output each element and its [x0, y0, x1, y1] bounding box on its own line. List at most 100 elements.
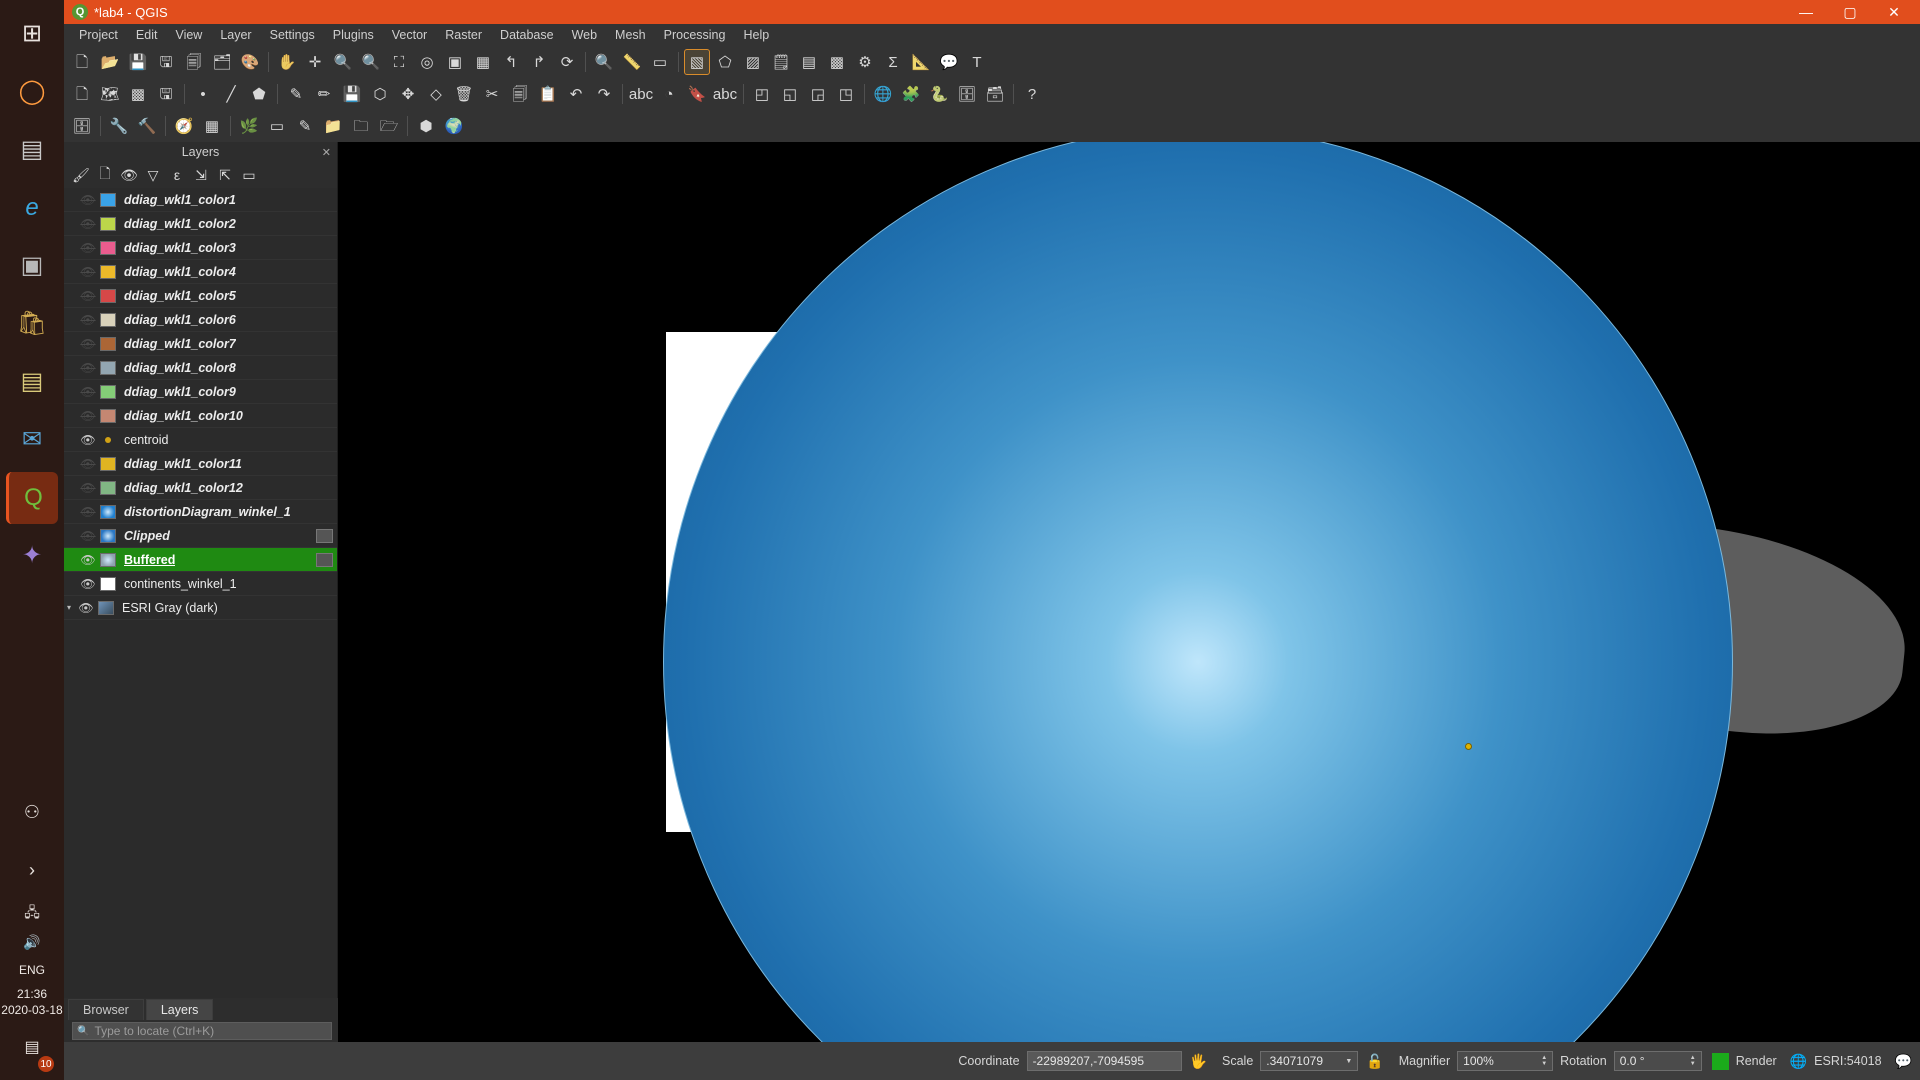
menu-item-mesh[interactable]: Mesh — [606, 26, 655, 44]
filter-legend-button[interactable]: ▽ — [142, 164, 164, 186]
menu-item-layer[interactable]: Layer — [211, 26, 260, 44]
layer-row[interactable]: 👁 continents_winkel_1 — [64, 572, 337, 596]
layer-row[interactable]: 👁 ddiag_wkl1_color3 — [64, 236, 337, 260]
remove-layer-button[interactable]: ▭ — [238, 164, 260, 186]
launcher-expand[interactable]: › — [6, 844, 58, 896]
layer-filter-indicator[interactable] — [316, 528, 333, 543]
metasearch-button[interactable]: 🌐 — [870, 81, 896, 107]
layer-visible-icon[interactable]: 👁 — [78, 553, 98, 567]
show-statistics-button[interactable]: Σ — [880, 49, 906, 75]
messages-icon[interactable]: 💬 — [1895, 1053, 1912, 1070]
add-raster-layer-button[interactable]: ▩ — [125, 81, 151, 107]
new-print-layout-button[interactable]: 🗐 — [181, 49, 207, 75]
layer-hidden-icon[interactable]: 👁 — [78, 505, 98, 519]
crs-value[interactable]: ESRI:54018 — [1814, 1054, 1881, 1068]
layer-row[interactable]: 👁 ddiag_wkl1_color7 — [64, 332, 337, 356]
rotation-stepper[interactable]: ▲ ▼ — [1690, 1055, 1696, 1067]
layer-row[interactable]: ▾ 👁 ESRI Gray (dark) — [64, 596, 337, 620]
menu-item-database[interactable]: Database — [491, 26, 563, 44]
help-contents-button[interactable]: ? — [1019, 81, 1045, 107]
open-attribute-table-button[interactable]: ▤ — [796, 49, 822, 75]
select-by-expression-button[interactable]: 🗒 — [768, 49, 794, 75]
current-edits-button[interactable]: ✎ — [283, 81, 309, 107]
layer-row[interactable]: 👁 ddiag_wkl1_color12 — [64, 476, 337, 500]
map-canvas[interactable] — [338, 142, 1920, 1042]
layer-row[interactable]: 👁 ddiag_wkl1_color2 — [64, 212, 337, 236]
chevron-down-icon[interactable]: ▾ — [67, 603, 71, 612]
copy-features-button[interactable]: 🗐 — [507, 81, 533, 107]
save-project-as-button[interactable]: 🖫 — [153, 49, 179, 75]
add-feature-point-button[interactable]: • — [190, 81, 216, 107]
deselect-features-button[interactable]: ▨ — [740, 49, 766, 75]
zoom-to-selection-button[interactable]: ◎ — [414, 49, 440, 75]
style-manager-button[interactable]: 🎨 — [237, 49, 263, 75]
refresh-button[interactable]: ⟳ — [554, 49, 580, 75]
launcher-item-edge[interactable]: e — [6, 182, 58, 234]
add-postgis-layer-button[interactable]: 🗄 — [69, 113, 95, 139]
collapse-all-button[interactable]: ⇱ — [214, 164, 236, 186]
zoom-in-button[interactable]: 🔍 — [330, 49, 356, 75]
georeferencer-button[interactable]: 🧭 — [171, 113, 197, 139]
filter-legend-by-expression-button[interactable]: ε — [166, 164, 188, 186]
cut-features-button[interactable]: ✂ — [479, 81, 505, 107]
layout-manager-button[interactable]: 🗂 — [209, 49, 235, 75]
zoom-out-button[interactable]: 🔍 — [358, 49, 384, 75]
paste-features-button[interactable]: 📋 — [535, 81, 561, 107]
new-shapefile-layer-button[interactable]: 🗋 — [69, 81, 95, 107]
layer-row[interactable]: 👁 ddiag_wkl1_color8 — [64, 356, 337, 380]
select-features-by-area-button[interactable]: ▧ — [684, 49, 710, 75]
text-annotation-button[interactable]: T — [964, 49, 990, 75]
menu-item-project[interactable]: Project — [70, 26, 127, 44]
menu-item-vector[interactable]: Vector — [383, 26, 436, 44]
menu-item-view[interactable]: View — [166, 26, 211, 44]
delete-selected-button[interactable]: 🗑 — [451, 81, 477, 107]
layer-hidden-icon[interactable]: 👁 — [78, 481, 98, 495]
diagram-properties-button[interactable]: ◔ — [656, 81, 682, 107]
rotation-field[interactable]: 0.0 ° ▲ ▼ — [1613, 1051, 1702, 1071]
highlight-pinned-labels-button[interactable]: abc — [712, 81, 738, 107]
launcher-item-text-editor[interactable]: ▤ — [6, 356, 58, 408]
move-feature-button[interactable]: ✥ — [395, 81, 421, 107]
layer-hidden-icon[interactable]: 👁 — [78, 409, 98, 423]
new-map-tip-button[interactable]: 💬 — [936, 49, 962, 75]
menu-item-help[interactable]: Help — [734, 26, 778, 44]
scale-combo[interactable]: .34071079 ▼ — [1260, 1051, 1359, 1071]
lock-scale-icon[interactable]: 🔓 — [1366, 1053, 1383, 1070]
launcher-language[interactable]: ENG — [19, 962, 45, 978]
add-group-button[interactable]: 🗋 — [94, 164, 116, 186]
options-button[interactable]: ⚙ — [852, 49, 878, 75]
python-console-button[interactable]: 🐍 — [926, 81, 952, 107]
qgis-globe-button[interactable]: 🌍 — [441, 113, 467, 139]
redo-button[interactable]: ↷ — [591, 81, 617, 107]
launcher-item-software[interactable]: 🛍 — [6, 298, 58, 350]
plugin-manager-button[interactable]: 🧩 — [898, 81, 924, 107]
launcher-item-files[interactable]: ▤ — [6, 124, 58, 176]
layer-row[interactable]: 👁 ddiag_wkl1_color1 — [64, 188, 337, 212]
expand-all-button[interactable]: ⇲ — [190, 164, 212, 186]
toggle-editing-button[interactable]: ✏ — [311, 81, 337, 107]
layer-row[interactable]: 👁 distortionDiagram_winkel_1 — [64, 500, 337, 524]
layer-hidden-icon[interactable]: 👁 — [78, 193, 98, 207]
crs-globe-icon[interactable]: 🌐 — [1790, 1053, 1807, 1070]
layer-hidden-icon[interactable]: 👁 — [78, 457, 98, 471]
zoom-last-button[interactable]: ↰ — [498, 49, 524, 75]
layer-visible-icon[interactable]: 👁 — [78, 433, 98, 447]
move-label-button[interactable]: ◰ — [749, 81, 775, 107]
saga-tools-button[interactable]: ⬢ — [413, 113, 439, 139]
new-project-button[interactable]: 🗋 — [69, 49, 95, 75]
qgis-browser-button[interactable]: 🗄 — [954, 81, 980, 107]
launcher-notifications[interactable]: ▤ 10 — [6, 1022, 58, 1074]
pan-to-selection-button[interactable]: ✛ — [302, 49, 328, 75]
save-layer-edits-button[interactable]: 💾 — [339, 81, 365, 107]
layer-row[interactable]: 👁 ddiag_wkl1_color11 — [64, 452, 337, 476]
layer-filter-indicator[interactable] — [316, 552, 333, 567]
open-layer-styling-panel-button[interactable]: 🖌 — [70, 164, 92, 186]
layer-row[interactable]: 👁 centroid — [64, 428, 337, 452]
menu-item-processing[interactable]: Processing — [655, 26, 735, 44]
grass-edit-button[interactable]: ✎ — [292, 113, 318, 139]
maximize-button[interactable]: ▢ — [1828, 0, 1872, 24]
grass-open-mapset-button[interactable]: 📁 — [320, 113, 346, 139]
model-designer-button[interactable]: 🔨 — [134, 113, 160, 139]
launcher-item-users[interactable]: ⚇ — [6, 786, 58, 838]
grass-region-button[interactable]: ▭ — [264, 113, 290, 139]
